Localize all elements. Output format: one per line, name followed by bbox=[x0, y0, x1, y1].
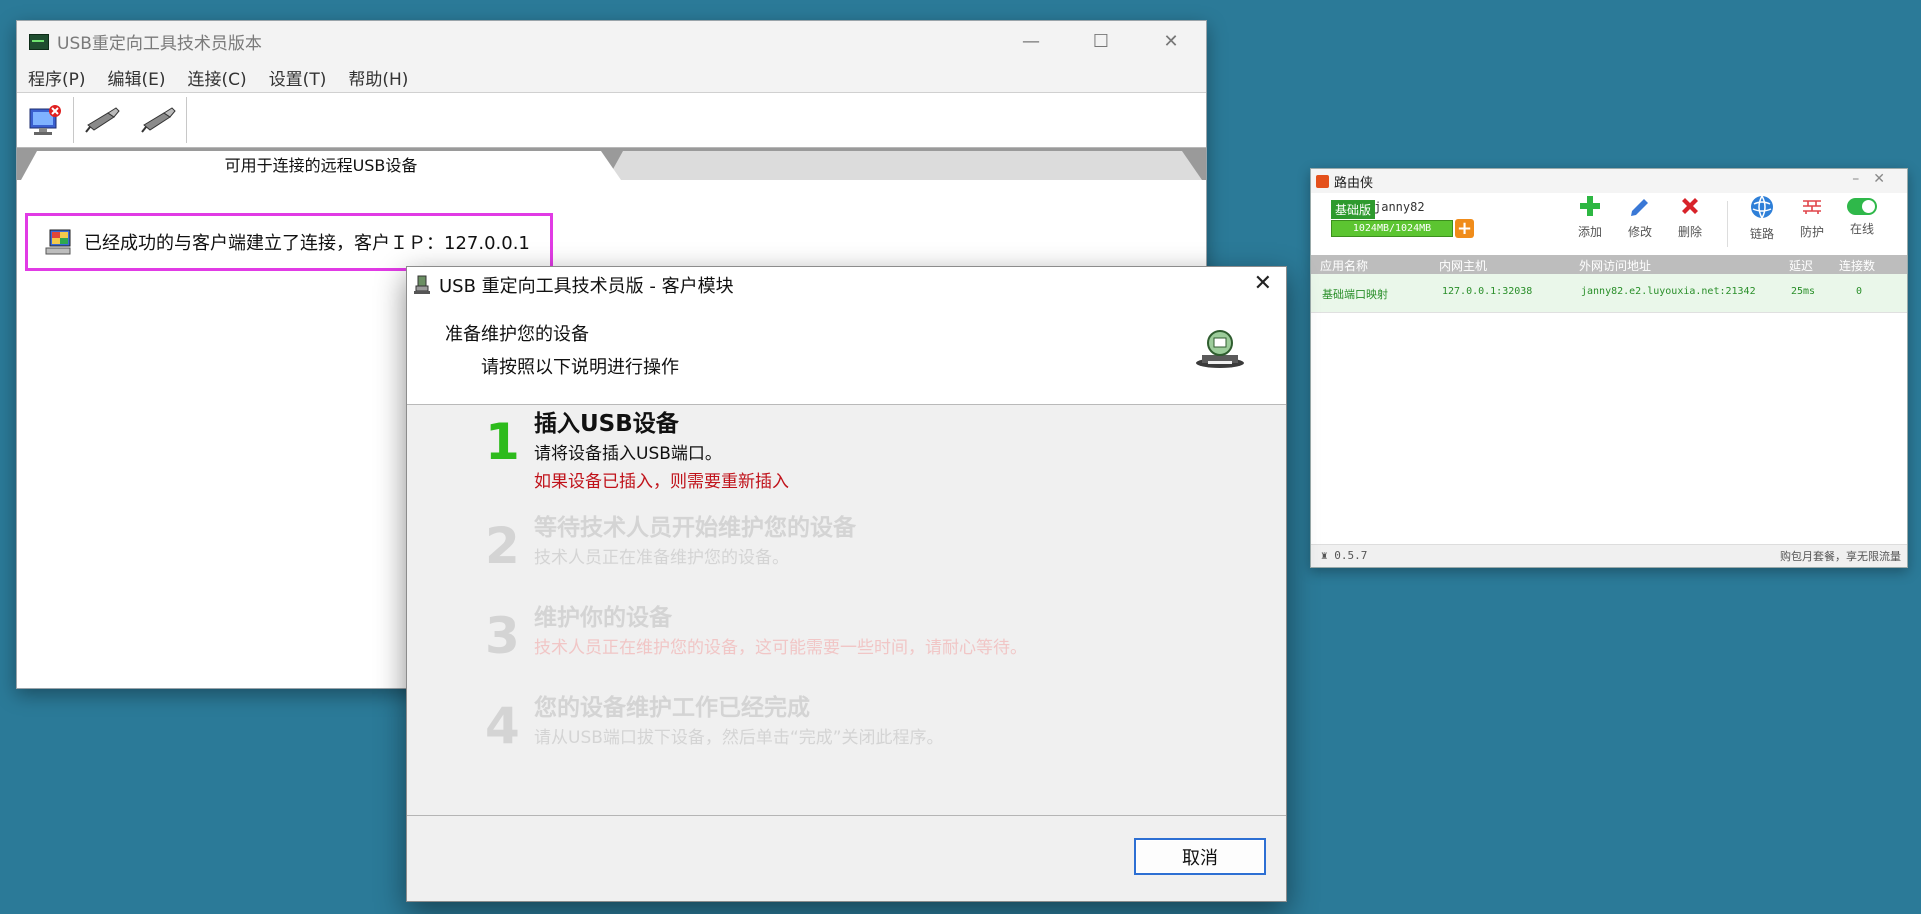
usb-unshare-button[interactable] bbox=[130, 95, 186, 145]
firewall-icon bbox=[1803, 200, 1821, 214]
minimize-button[interactable]: — bbox=[996, 21, 1066, 62]
disconnect-monitor-icon bbox=[29, 105, 61, 135]
menu-bar: 程序(P) 编辑(E) 连接(C) 设置(T) 帮助(H) bbox=[17, 62, 1206, 93]
usb-tool-icon bbox=[414, 275, 430, 294]
row-wan-address: janny82.e2.luyouxia.net:21342 bbox=[1581, 286, 1756, 297]
step-1: 1 插入USB设备 请将设备插入USB端口。 如果设备已插入，则需要重新插入 bbox=[407, 404, 1286, 499]
protect-button[interactable]: 防护 bbox=[1789, 195, 1835, 240]
menu-settings[interactable]: 设置(T) bbox=[258, 65, 338, 90]
tab-strip: 可用于连接的远程USB设备 bbox=[17, 148, 1206, 180]
app-monitor-icon bbox=[29, 33, 49, 50]
menu-program[interactable]: 程序(P) bbox=[17, 65, 97, 90]
step-warning: 如果设备已插入，则需要重新插入 bbox=[534, 472, 789, 492]
usb-plug-icon bbox=[141, 107, 176, 133]
dialog-titlebar[interactable]: USB 重定向工具技术员版 - 客户模块 ✕ bbox=[407, 267, 1286, 303]
step-number: 2 bbox=[485, 517, 520, 575]
tab-remote-usb-devices[interactable]: 可用于连接的远程USB设备 bbox=[21, 151, 621, 180]
main-titlebar[interactable]: USB重定向工具技术员版本 — ☐ ✕ bbox=[17, 21, 1206, 62]
close-button[interactable]: ✕ bbox=[1136, 21, 1206, 62]
row-connections: 0 bbox=[1856, 286, 1863, 297]
router-titlebar[interactable]: 路由侠 –✕ bbox=[1311, 169, 1907, 193]
add-label: 添加 bbox=[1577, 225, 1602, 239]
delete-x-icon bbox=[1682, 198, 1698, 214]
step-2: 2 等待技术人员开始维护您的设备 技术人员正在准备维护您的设备。 bbox=[407, 508, 1286, 603]
promo-link[interactable]: 购包月套餐，享无限流量 bbox=[1780, 548, 1901, 564]
online-toggle[interactable]: 在线 bbox=[1839, 195, 1885, 237]
mapping-table-header: 应用名称 内网主机 外网访问地址 延迟 连接数 bbox=[1311, 255, 1907, 274]
usb-plug-icon bbox=[85, 107, 120, 133]
col-latency: 延迟 bbox=[1789, 259, 1814, 273]
router-caption-buttons[interactable]: –✕ bbox=[1852, 171, 1899, 187]
row-app-name: 基础端口映射 bbox=[1322, 288, 1388, 301]
edit-label: 修改 bbox=[1627, 225, 1652, 239]
col-lan-host: 内网主机 bbox=[1439, 259, 1488, 273]
step-number: 4 bbox=[485, 697, 520, 755]
disconnect-button[interactable] bbox=[17, 95, 73, 145]
add-button[interactable]: 添加 bbox=[1567, 195, 1613, 240]
step-number: 3 bbox=[485, 607, 520, 665]
username: janny82 bbox=[1374, 200, 1425, 214]
toolbar bbox=[17, 93, 1206, 148]
router-title: 路由侠 bbox=[1334, 175, 1374, 191]
globe-icon bbox=[1751, 195, 1773, 219]
luyouxia-window: 路由侠 –✕ 基础版 janny82 1024MB/1024MB + 添加 修改… bbox=[1310, 168, 1908, 568]
router-account-bar: 基础版 janny82 1024MB/1024MB + 添加 修改 删除 链路 … bbox=[1311, 193, 1907, 255]
usb-share-button[interactable] bbox=[74, 95, 130, 145]
step-4: 4 您的设备维护工作已经完成 请从USB端口拔下设备，然后单击“完成”关闭此程序… bbox=[407, 688, 1286, 783]
row-latency: 25ms bbox=[1791, 286, 1816, 297]
header-subtitle: 请按照以下说明进行操作 bbox=[481, 357, 679, 378]
steps-list: 1 插入USB设备 请将设备插入USB端口。 如果设备已插入，则需要重新插入 2… bbox=[407, 404, 1286, 814]
toggle-switch-icon bbox=[1847, 198, 1877, 215]
dialog-close-button[interactable]: ✕ bbox=[1254, 271, 1272, 296]
delete-button[interactable]: 删除 bbox=[1667, 195, 1713, 240]
connection-status-text: 已经成功的与客户端建立了连接，客户ＩＰ：127.0.0.1 bbox=[84, 233, 530, 254]
toolbar-separator bbox=[186, 97, 187, 143]
protect-label: 防护 bbox=[1799, 225, 1824, 239]
dialog-footer: 取消 bbox=[407, 815, 1286, 901]
menu-connect[interactable]: 连接(C) bbox=[177, 65, 258, 90]
step-number: 1 bbox=[485, 413, 520, 471]
edit-button[interactable]: 修改 bbox=[1617, 195, 1663, 240]
add-quota-button[interactable]: + bbox=[1455, 219, 1474, 238]
home-icon bbox=[1316, 174, 1329, 188]
dialog-title: USB 重定向工具技术员版 - 客户模块 bbox=[439, 276, 734, 297]
connection-status-row[interactable]: 已经成功的与客户端建立了连接，客户ＩＰ：127.0.0.1 bbox=[25, 213, 553, 271]
col-app-name: 应用名称 bbox=[1320, 259, 1369, 273]
row-lan-host: 127.0.0.1:32038 bbox=[1442, 286, 1533, 297]
online-label: 在线 bbox=[1849, 222, 1874, 236]
header-title: 准备维护您的设备 bbox=[445, 324, 589, 345]
main-window-title: USB重定向工具技术员版本 bbox=[57, 34, 262, 54]
step-3: 3 维护你的设备 技术人员正在维护您的设备，这可能需要一些时间，请耐心等待。 bbox=[407, 598, 1286, 693]
link-button[interactable]: 链路 bbox=[1739, 195, 1785, 242]
cancel-button[interactable]: 取消 bbox=[1134, 838, 1266, 875]
menu-help[interactable]: 帮助(H) bbox=[337, 65, 419, 90]
client-computer-icon bbox=[45, 229, 71, 255]
toolbar-separator bbox=[1727, 201, 1728, 247]
link-label: 链路 bbox=[1749, 227, 1774, 241]
step-title: 您的设备维护工作已经完成 bbox=[534, 695, 810, 721]
client-module-dialog: USB 重定向工具技术员版 - 客户模块 ✕ 准备维护您的设备 请按照以下说明进… bbox=[406, 266, 1287, 902]
maximize-button[interactable]: ☐ bbox=[1066, 21, 1136, 62]
tab-secondary[interactable] bbox=[607, 151, 1202, 180]
menu-edit[interactable]: 编辑(E) bbox=[97, 65, 177, 90]
version-text: ♜ 0.5.7 bbox=[1321, 549, 1368, 562]
router-status-bar: ♜ 0.5.7 购包月套餐，享无限流量 bbox=[1311, 544, 1907, 567]
step-title: 等待技术人员开始维护您的设备 bbox=[534, 515, 856, 541]
step-description: 技术人员正在准备维护您的设备。 bbox=[534, 548, 789, 568]
col-wan-address: 外网访问地址 bbox=[1579, 259, 1652, 273]
table-row[interactable]: 基础端口映射 127.0.0.1:32038 janny82.e2.luyoux… bbox=[1311, 274, 1907, 313]
quota-bar: 1024MB/1024MB bbox=[1331, 220, 1453, 237]
pencil-icon bbox=[1631, 199, 1648, 216]
step-description: 请将设备插入USB端口。 bbox=[534, 444, 722, 464]
plus-icon bbox=[1580, 196, 1600, 216]
step-description: 请从USB端口拔下设备，然后单击“完成”关闭此程序。 bbox=[534, 728, 944, 748]
delete-label: 删除 bbox=[1677, 225, 1702, 239]
step-title: 插入USB设备 bbox=[534, 411, 679, 437]
dialog-header: 准备维护您的设备 请按照以下说明进行操作 bbox=[407, 303, 1286, 405]
plan-badge: 基础版 bbox=[1331, 200, 1376, 219]
step-title: 维护你的设备 bbox=[534, 605, 672, 631]
step-description: 技术人员正在维护您的设备，这可能需要一些时间，请耐心等待。 bbox=[534, 638, 1027, 658]
col-connections: 连接数 bbox=[1839, 259, 1876, 273]
usb-device-icon bbox=[1196, 330, 1244, 368]
